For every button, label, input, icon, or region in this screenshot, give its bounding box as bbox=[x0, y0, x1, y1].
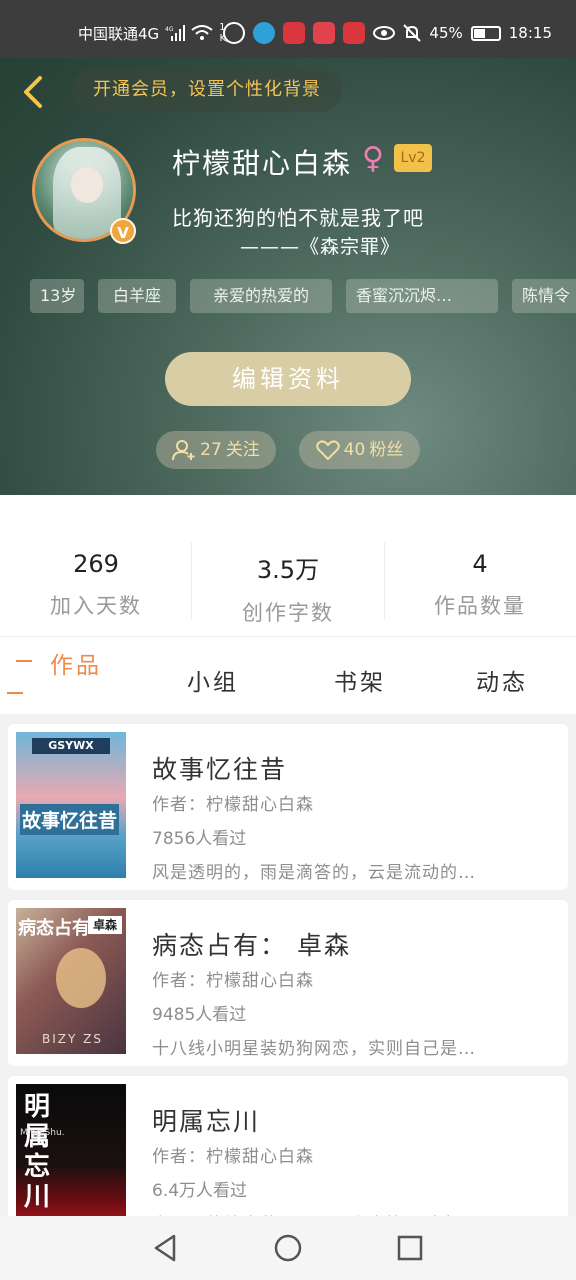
mute-bell-icon bbox=[403, 24, 422, 42]
tag-interest[interactable]: 亲爱的热爱的 bbox=[190, 279, 332, 313]
nav-recents-button[interactable] bbox=[394, 1232, 426, 1264]
stat-value: 3.5万 bbox=[256, 556, 320, 584]
eye-icon bbox=[373, 26, 396, 40]
wifi-icon bbox=[191, 25, 213, 40]
active-tab-mark bbox=[7, 692, 23, 694]
stat-value: 4 bbox=[472, 550, 488, 578]
username: 柠檬甜心白森 bbox=[172, 147, 353, 180]
tag-age[interactable]: 13岁 bbox=[30, 279, 84, 313]
profile-header: 开通会员，设置个性化背景 V 柠檬甜心白森 ♀ Lv2 比狗还狗的怕不就是我了吧… bbox=[0, 58, 576, 495]
wechat-icon bbox=[223, 22, 246, 44]
following-button[interactable]: 27 关注 bbox=[156, 431, 276, 469]
work-description: 十八线小明星装奶狗网恋，实则自己是… bbox=[152, 1039, 476, 1059]
work-views: 6.4万人看过 bbox=[152, 1181, 248, 1201]
tab-bookshelf[interactable]: 书架 bbox=[334, 663, 386, 697]
cover-subtitle: Ming.Shu. bbox=[20, 1128, 65, 1138]
cover-badge: GSYWX bbox=[32, 738, 110, 754]
stat-word-count: 3.5万 创作字数 bbox=[192, 550, 384, 627]
status-left: 中国联通4G 4G 1.4K/s bbox=[78, 22, 235, 44]
tag-interest[interactable]: 陈情令 bbox=[512, 279, 576, 313]
book-cover[interactable]: 病态占有 卓森 BIZY ZS bbox=[16, 908, 126, 1054]
cover-title: 病态占有 bbox=[18, 918, 90, 939]
work-author: 作者：柠檬甜心白森 bbox=[152, 1147, 314, 1167]
user-add-icon bbox=[172, 440, 195, 461]
bio-text: 比狗还狗的怕不就是我了吧 bbox=[172, 206, 424, 230]
system-nav-bar bbox=[0, 1216, 576, 1280]
work-title[interactable]: 明属忘川 bbox=[152, 1102, 260, 1138]
book-cover[interactable]: 明属忘川 Ming.Shu. bbox=[16, 1084, 126, 1230]
edit-profile-button[interactable]: 编辑资料 bbox=[165, 352, 411, 406]
stat-label: 加入天数 bbox=[50, 594, 142, 618]
stat-works-count: 4 作品数量 bbox=[384, 550, 576, 620]
work-author: 作者：柠檬甜心白森 bbox=[152, 795, 314, 815]
tab-works[interactable]: 作品 bbox=[50, 646, 102, 680]
fans-count: 40 bbox=[343, 440, 366, 460]
cover-footer: BIZY ZS bbox=[42, 1032, 103, 1046]
app-notification-icon bbox=[283, 22, 306, 44]
cover-badge: 卓森 bbox=[88, 916, 122, 934]
nav-back-button[interactable] bbox=[150, 1232, 182, 1264]
tag-interest[interactable]: 香蜜沉沉烬… bbox=[346, 279, 498, 313]
work-card[interactable]: GSYWX 故事忆往昔 故事忆往昔 作者：柠檬甜心白森 7856人看过 风是透明… bbox=[8, 724, 568, 890]
works-list: GSYWX 故事忆往昔 故事忆往昔 作者：柠檬甜心白森 7856人看过 风是透明… bbox=[0, 714, 576, 1242]
book-cover[interactable]: GSYWX 故事忆往昔 bbox=[16, 732, 126, 878]
battery-icon bbox=[470, 25, 501, 41]
tab-groups[interactable]: 小组 bbox=[187, 663, 239, 697]
work-description: 风是透明的，雨是滴答的，云是流动的… bbox=[152, 863, 476, 883]
nav-home-button[interactable] bbox=[272, 1232, 304, 1264]
battery-percent: 45% bbox=[429, 24, 463, 42]
clock: 18:15 bbox=[508, 24, 552, 42]
work-title[interactable]: 故事忆往昔 bbox=[152, 750, 287, 786]
signal-icon: 4G bbox=[165, 25, 186, 41]
status-right: 45% 18:15 bbox=[223, 22, 552, 44]
vip-banner[interactable]: 开通会员，设置个性化背景 bbox=[72, 68, 342, 112]
chevron-left-icon bbox=[24, 76, 42, 108]
fans-button[interactable]: 40 粉丝 bbox=[299, 431, 420, 469]
work-title[interactable]: 病态占有： 卓森 bbox=[152, 926, 351, 962]
work-views: 9485人看过 bbox=[152, 1005, 247, 1025]
carrier-label: 中国联通4G bbox=[78, 24, 160, 43]
heart-icon bbox=[315, 440, 340, 461]
stat-label: 创作字数 bbox=[242, 601, 334, 625]
verified-badge: V bbox=[110, 218, 136, 244]
tag-zodiac[interactable]: 白羊座 bbox=[98, 279, 176, 313]
status-bar: 中国联通4G 4G 1.4K/s 45% 18:15 bbox=[0, 0, 576, 58]
stat-join-days: 269 加入天数 bbox=[0, 550, 192, 620]
bio-signature: ———《森宗罪》 bbox=[240, 236, 401, 258]
active-tab-mark bbox=[16, 660, 32, 662]
work-card[interactable]: 病态占有 卓森 BIZY ZS 病态占有： 卓森 作者：柠檬甜心白森 9485人… bbox=[8, 900, 568, 1066]
app-notification-icon bbox=[343, 22, 366, 44]
work-views: 7856人看过 bbox=[152, 829, 247, 849]
back-button[interactable] bbox=[16, 72, 50, 112]
stat-value: 269 bbox=[73, 550, 119, 578]
telegram-icon bbox=[253, 22, 276, 44]
recents-square-icon bbox=[397, 1235, 423, 1261]
home-circle-icon bbox=[274, 1234, 302, 1262]
profile-tags: 13岁 白羊座 亲爱的热爱的 香蜜沉沉烬… 陈情令 bbox=[30, 279, 576, 313]
following-label: 关注 bbox=[225, 440, 260, 460]
tab-activity[interactable]: 动态 bbox=[476, 663, 528, 697]
book-app-icon bbox=[313, 22, 336, 44]
level-badge: Lv2 bbox=[394, 144, 432, 172]
divider bbox=[0, 636, 576, 637]
cover-title: 明属忘川 bbox=[24, 1092, 51, 1212]
stat-label: 作品数量 bbox=[434, 594, 526, 618]
work-author: 作者：柠檬甜心白森 bbox=[152, 971, 314, 991]
female-icon: ♀ bbox=[362, 141, 384, 176]
back-triangle-icon bbox=[154, 1234, 176, 1262]
cover-title: 故事忆往昔 bbox=[20, 804, 120, 835]
fans-label: 粉丝 bbox=[369, 440, 404, 460]
following-count: 27 bbox=[200, 440, 222, 460]
svg-text:4G: 4G bbox=[165, 26, 174, 33]
